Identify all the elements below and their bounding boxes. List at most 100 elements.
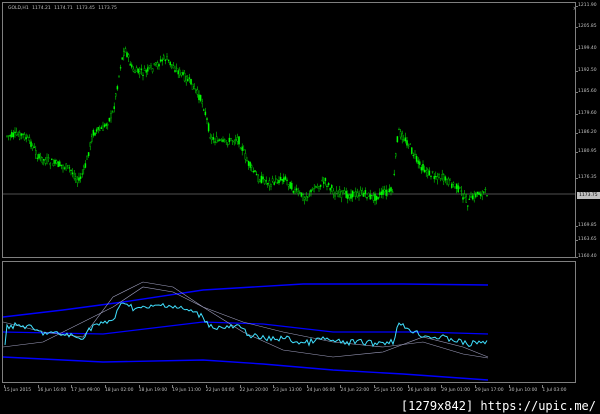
time-tick-label: 24 Jun 22:00 <box>340 385 370 393</box>
candle-body <box>79 176 82 179</box>
candle-body <box>355 191 357 197</box>
candle-body <box>111 111 114 113</box>
candle-body <box>172 65 175 69</box>
candle-body <box>23 134 26 140</box>
indicator-pane[interactable] <box>2 261 576 383</box>
candle-body <box>479 194 482 196</box>
candle-body <box>108 117 111 122</box>
candle-body <box>183 72 186 82</box>
candle-body <box>436 176 439 180</box>
candle-body <box>235 139 237 141</box>
candle-body <box>291 182 293 190</box>
candle-body <box>478 192 480 195</box>
candle-body <box>75 176 77 179</box>
candle-body <box>137 68 139 74</box>
time-tick-label: 24 Jun 06:00 <box>306 385 336 393</box>
candle-body <box>110 113 112 119</box>
candle-body <box>223 138 226 140</box>
candle-body <box>153 63 155 65</box>
time-tick-label: 18 Jun 02:00 <box>104 385 134 393</box>
candle-body <box>209 136 211 139</box>
candle-body <box>447 178 450 185</box>
time-tick-label: 23 Jun 13:00 <box>273 385 302 393</box>
indicator-chart[interactable] <box>3 262 576 383</box>
candle-body <box>268 180 271 186</box>
candle-body <box>203 109 205 111</box>
price-tick-label: 1163.65 <box>575 237 597 242</box>
candle-body <box>97 126 99 130</box>
candle-body <box>302 194 304 201</box>
candle-body <box>483 191 485 193</box>
price-tick-label: 1199.40 <box>575 46 597 51</box>
indicator-axis[interactable] <box>576 261 600 383</box>
candle-body <box>406 140 408 146</box>
candlestick-chart[interactable] <box>3 3 576 258</box>
candle-body <box>446 179 448 185</box>
time-tick-label: 22 Jun 04:00 <box>205 385 235 393</box>
time-axis[interactable]: 15 Jun 2015 16 Jun 16:00 17 Jun 09:00 18 Ju… <box>2 385 576 395</box>
low-value: 1173.45 <box>76 6 95 11</box>
candle-body <box>417 160 419 164</box>
price-axis[interactable]: 1211.90 1205.85 1199.40 1192.50 1185.60 1179.… <box>575 2 600 259</box>
candle-body <box>36 157 39 159</box>
candle-body <box>49 163 51 166</box>
candle-body <box>435 176 437 178</box>
candle-body <box>300 192 303 197</box>
candle-body <box>233 140 235 143</box>
candle-body <box>185 76 187 83</box>
candle-body <box>262 176 264 180</box>
candle-body <box>260 175 263 184</box>
candle-body <box>177 70 179 75</box>
candle-body <box>383 189 386 192</box>
candle-body <box>307 196 309 198</box>
candle-body <box>475 193 477 198</box>
candle-body <box>374 193 376 201</box>
candle-body <box>179 69 181 76</box>
candle-body <box>375 195 378 201</box>
candle-body <box>59 161 61 167</box>
current-price-marker: 1173.75 <box>577 192 600 199</box>
candle-body <box>219 139 221 141</box>
price-pane[interactable]: GOLD,H1 1174.21 1174.71 1173.45 1173.75 … <box>2 2 576 258</box>
candle-body <box>342 190 344 193</box>
candle-body <box>372 195 375 201</box>
candle-body <box>318 186 320 189</box>
candle-body <box>358 195 360 197</box>
candle-body <box>310 189 312 193</box>
candle-body <box>9 134 11 137</box>
price-tick-label: 1179.60 <box>575 111 597 116</box>
candle-body <box>289 182 291 189</box>
candle-body <box>195 88 197 91</box>
candle-body <box>366 197 368 199</box>
candle-body <box>332 190 335 194</box>
candle-body <box>150 65 152 68</box>
candle-body <box>329 187 331 191</box>
candle-body <box>145 70 147 73</box>
candle-body <box>327 183 330 186</box>
time-tick-label: 15 Jun 2015 <box>4 385 32 393</box>
candle-body <box>343 190 346 194</box>
candle-body <box>359 189 362 196</box>
candle-body <box>273 182 275 185</box>
candle-body <box>305 196 307 201</box>
candle-body <box>401 133 403 140</box>
candle-body <box>211 136 213 141</box>
lower-band-line <box>3 356 489 381</box>
candle-body <box>451 183 453 188</box>
candle-body <box>353 191 355 197</box>
candle-body <box>339 189 341 195</box>
candle-body <box>51 158 53 161</box>
candle-body <box>167 59 170 61</box>
candle-body <box>246 160 248 162</box>
time-tick-label: 18 Jun 19:00 <box>138 385 168 393</box>
candle-body <box>398 128 400 131</box>
candle-body <box>486 195 488 197</box>
candle-body <box>399 131 402 138</box>
candle-body <box>86 156 88 160</box>
candle-body <box>166 56 168 60</box>
candle-body <box>303 197 306 200</box>
chart-window[interactable]: GOLD,H1 1174.21 1174.71 1173.45 1173.75 … <box>0 0 600 414</box>
candle-body <box>335 190 338 194</box>
candle-body <box>159 59 162 62</box>
candle-body <box>407 145 410 147</box>
